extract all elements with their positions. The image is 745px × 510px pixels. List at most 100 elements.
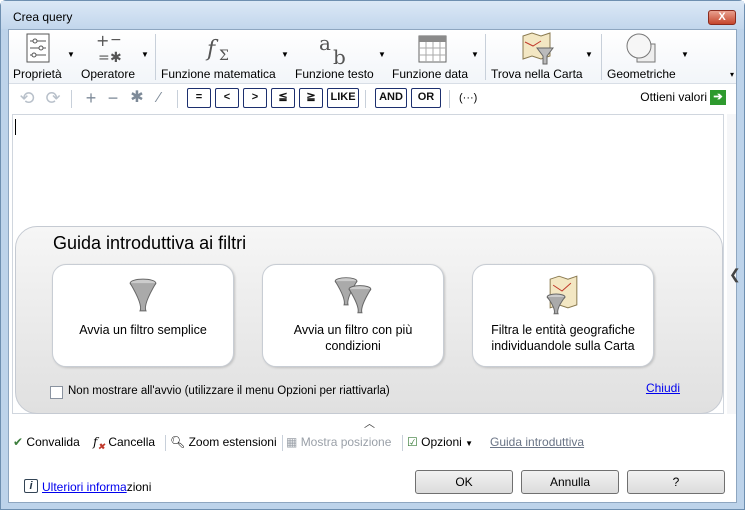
ribbon-label: Proprietà — [13, 67, 62, 81]
date-function-icon — [418, 35, 447, 63]
map-funnel-icon — [546, 275, 578, 315]
less-than-button[interactable]: < — [215, 88, 239, 108]
window-title: Crea query — [13, 10, 73, 24]
separator — [601, 34, 602, 80]
multiply-icon[interactable]: ✱ — [127, 88, 147, 108]
chevron-down-icon[interactable]: ▼ — [471, 50, 479, 59]
svg-text:+: + — [96, 32, 109, 50]
close-icon: X — [718, 11, 726, 23]
or-button[interactable]: OR — [411, 88, 441, 108]
close-guide-link[interactable]: Chiudi — [646, 381, 680, 395]
more-info-link[interactable]: Ulteriori informazioni — [42, 480, 151, 494]
svg-text:=: = — [98, 50, 110, 66]
dont-show-label: Non mostrare all'avvio (utilizzare il me… — [68, 385, 390, 397]
ribbon-label: Operatore — [81, 67, 136, 81]
equals-button[interactable]: = — [187, 88, 211, 108]
less-equal-button[interactable]: ≦ — [271, 88, 295, 108]
funnel-icon — [129, 278, 157, 312]
validate-button[interactable]: ✔ Convalida — [13, 435, 80, 449]
separator — [365, 90, 366, 108]
ribbon-operator-button[interactable]: + − = ✱ Operatore — [81, 32, 139, 82]
more-info-link-text: Ulteriori informa — [42, 480, 127, 494]
ok-button[interactable]: OK — [415, 470, 513, 494]
geometry-icon — [626, 33, 656, 63]
double-funnel-icon — [334, 277, 372, 314]
ribbon-label: Funzione testo — [295, 67, 374, 81]
ribbon-find-in-map-button[interactable]: Trova nella Carta — [491, 32, 585, 82]
card-label: Avvia un filtro con più condizioni — [293, 323, 413, 353]
greater-than-button[interactable]: > — [243, 88, 267, 108]
card-label: Avvia un filtro semplice — [79, 323, 207, 337]
separator — [449, 90, 450, 108]
show-position-button[interactable]: ▦ Mostra posizione — [286, 435, 391, 449]
minus-icon[interactable]: − — [103, 88, 123, 108]
ribbon-date-function-button[interactable]: Funzione data — [392, 32, 472, 82]
ribbon-geometry-button[interactable]: Geometriche — [607, 32, 677, 82]
svg-text:b: b — [333, 45, 346, 68]
options-button[interactable]: ☑ Opzioni ▼ — [407, 435, 473, 449]
getting-started-panel: Guida introduttiva ai filtri Avvia un fi… — [15, 226, 723, 414]
ribbon: Proprietà ▼ + − = ✱ Operatore ▼ f Σ Funz… — [9, 30, 736, 84]
validate-label: Convalida — [26, 435, 80, 449]
separator — [282, 435, 283, 451]
and-button[interactable]: AND — [375, 88, 407, 108]
dialog-footer: i Ulteriori informazioni OK Annulla ? — [9, 462, 736, 504]
ribbon-text-function-button[interactable]: a b Funzione testo — [295, 32, 374, 82]
operator-icon: + − = ✱ — [96, 32, 122, 66]
info-icon: i — [24, 479, 38, 493]
zoom-extents-button[interactable]: 🔍︎ Zoom estensioni — [170, 435, 277, 449]
ribbon-label: Geometriche — [607, 67, 676, 81]
chevron-down-icon[interactable]: ▼ — [681, 50, 689, 59]
chevron-down-icon[interactable]: ▼ — [585, 50, 593, 59]
get-values-label: Ottieni valori — [640, 90, 707, 104]
get-values-button[interactable]: Ottieni valori ➔ — [640, 90, 726, 106]
ribbon-label: Funzione matematica — [161, 67, 276, 81]
parentheses-button[interactable]: (···) — [459, 92, 477, 104]
like-button[interactable]: LIKE — [327, 88, 359, 108]
find-in-map-icon — [522, 32, 554, 65]
help-button[interactable]: ? — [627, 470, 725, 494]
multi-condition-filter-card[interactable]: Avvia un filtro con più condizioni — [262, 264, 444, 367]
svg-text:−: − — [110, 32, 122, 48]
arrow-right-icon: ➔ — [710, 90, 726, 106]
operator-toolbar: ⟲ ⟳ + − ✱ ⁄ = < > ≦ ≧ LIKE AND OR (···) … — [9, 85, 736, 113]
chevron-down-icon: ▼ — [465, 439, 474, 448]
ribbon-math-function-button[interactable]: f Σ Funzione matematica — [161, 32, 277, 82]
math-function-icon: f Σ — [205, 37, 229, 64]
chevron-down-icon[interactable]: ▼ — [378, 50, 386, 59]
separator — [155, 34, 156, 80]
close-button[interactable]: X — [708, 10, 736, 25]
redo-icon[interactable]: ⟳ — [43, 88, 63, 108]
plus-icon[interactable]: + — [81, 88, 101, 108]
greater-equal-button[interactable]: ≧ — [299, 88, 323, 108]
show-position-label: Mostra posizione — [300, 435, 392, 449]
separator — [177, 90, 178, 108]
cancel-button[interactable]: Annulla — [521, 470, 619, 494]
query-builder-window: Crea query X Proprietà ▼ + − = ✱ Operato… — [0, 0, 745, 510]
chevron-down-icon[interactable]: ▼ — [141, 50, 149, 59]
expand-panel-icon[interactable]: ❮ — [729, 266, 741, 283]
separator — [165, 435, 166, 451]
svg-text:Σ: Σ — [219, 48, 229, 64]
svg-text:✱: ✱ — [110, 50, 122, 66]
zoom-icon: 🔍︎ — [170, 435, 186, 449]
options-checkbox-icon: ☑ — [407, 435, 418, 449]
undo-icon[interactable]: ⟲ — [17, 88, 37, 108]
dont-show-checkbox[interactable] — [50, 386, 63, 399]
zoom-extents-label: Zoom estensioni — [188, 435, 277, 449]
map-filter-card[interactable]: Filtra le entità geografiche individuand… — [472, 264, 654, 367]
more-info-rest-text: zioni — [126, 480, 152, 494]
chevron-down-icon[interactable]: ▼ — [281, 50, 289, 59]
side-panel-strip — [727, 114, 736, 414]
clear-button[interactable]: f✖ Cancella — [93, 435, 155, 452]
guide-link[interactable]: Guida introduttiva — [490, 435, 584, 449]
text-function-icon: a b — [319, 32, 346, 68]
separator — [402, 435, 403, 451]
chevron-down-icon[interactable]: ▼ — [67, 50, 75, 59]
ribbon-overflow-icon[interactable]: ▾ — [730, 70, 734, 79]
simple-filter-card[interactable]: Avvia un filtro semplice — [52, 264, 234, 367]
divide-icon[interactable]: ⁄ — [149, 88, 169, 108]
chevron-up-icon[interactable]: ︿ — [364, 415, 375, 431]
separator — [485, 34, 486, 80]
ribbon-properties-button[interactable]: Proprietà — [13, 32, 69, 82]
